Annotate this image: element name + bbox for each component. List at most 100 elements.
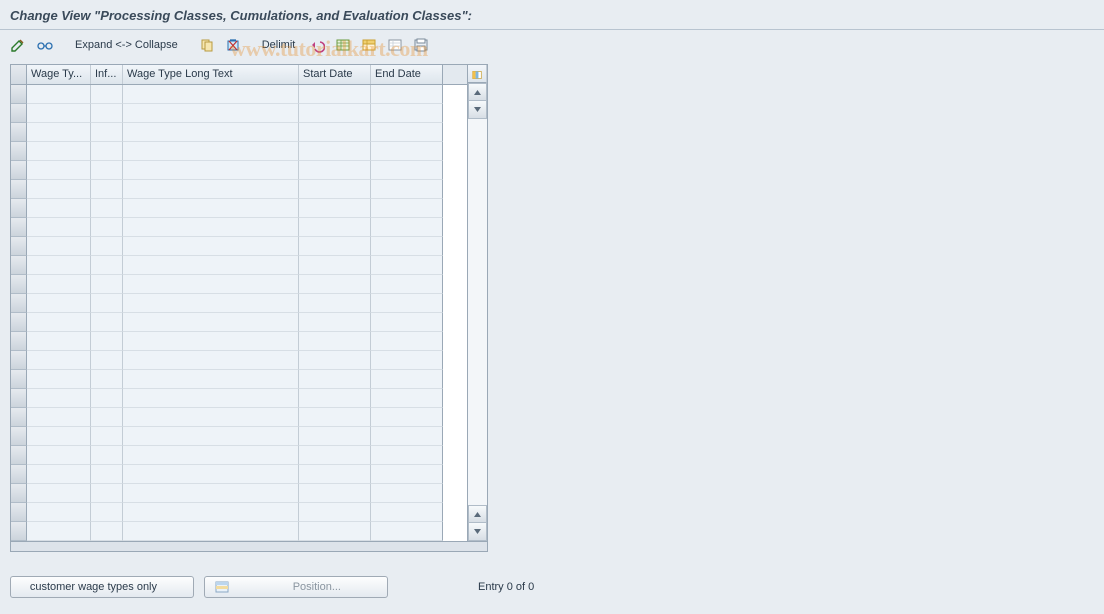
cell-long-text[interactable]: [123, 256, 299, 275]
cell-infotype[interactable]: [91, 237, 123, 256]
cell-infotype[interactable]: [91, 408, 123, 427]
row-selector[interactable]: [11, 370, 27, 389]
cell-start-date[interactable]: [299, 465, 371, 484]
row-selector[interactable]: [11, 313, 27, 332]
cell-end-date[interactable]: [371, 218, 443, 237]
cell-end-date[interactable]: [371, 275, 443, 294]
cell-wage-type[interactable]: [27, 332, 91, 351]
cell-wage-type[interactable]: [27, 446, 91, 465]
cell-start-date[interactable]: [299, 237, 371, 256]
cell-long-text[interactable]: [123, 408, 299, 427]
cell-wage-type[interactable]: [27, 408, 91, 427]
row-selector[interactable]: [11, 218, 27, 237]
table-row[interactable]: [11, 142, 467, 161]
row-selector[interactable]: [11, 408, 27, 427]
col-start-date[interactable]: Start Date: [299, 65, 371, 84]
cell-long-text[interactable]: [123, 484, 299, 503]
cell-infotype[interactable]: [91, 313, 123, 332]
cell-start-date[interactable]: [299, 161, 371, 180]
cell-infotype[interactable]: [91, 218, 123, 237]
col-wage-type-long-text[interactable]: Wage Type Long Text: [123, 65, 299, 84]
undo-icon[interactable]: [307, 35, 327, 55]
row-selector[interactable]: [11, 199, 27, 218]
table-row[interactable]: [11, 484, 467, 503]
cell-wage-type[interactable]: [27, 503, 91, 522]
cell-wage-type[interactable]: [27, 180, 91, 199]
scroll-up-button[interactable]: [468, 83, 487, 101]
scrollbar-track[interactable]: [468, 119, 487, 505]
cell-infotype[interactable]: [91, 484, 123, 503]
row-selector[interactable]: [11, 446, 27, 465]
table-row[interactable]: [11, 256, 467, 275]
cell-start-date[interactable]: [299, 104, 371, 123]
cell-end-date[interactable]: [371, 332, 443, 351]
cell-end-date[interactable]: [371, 370, 443, 389]
row-selector[interactable]: [11, 85, 27, 104]
cell-infotype[interactable]: [91, 503, 123, 522]
cell-infotype[interactable]: [91, 123, 123, 142]
scroll-up-bottom-button[interactable]: [468, 505, 487, 523]
table-row[interactable]: [11, 237, 467, 256]
cell-end-date[interactable]: [371, 408, 443, 427]
row-selector[interactable]: [11, 465, 27, 484]
cell-end-date[interactable]: [371, 484, 443, 503]
cell-end-date[interactable]: [371, 313, 443, 332]
cell-long-text[interactable]: [123, 218, 299, 237]
cell-wage-type[interactable]: [27, 237, 91, 256]
cell-long-text[interactable]: [123, 123, 299, 142]
cell-wage-type[interactable]: [27, 313, 91, 332]
table-row[interactable]: [11, 408, 467, 427]
glasses-icon[interactable]: [34, 35, 56, 55]
cell-long-text[interactable]: [123, 427, 299, 446]
row-selector[interactable]: [11, 484, 27, 503]
cell-start-date[interactable]: [299, 370, 371, 389]
row-selector[interactable]: [11, 427, 27, 446]
cell-long-text[interactable]: [123, 142, 299, 161]
cell-start-date[interactable]: [299, 351, 371, 370]
cell-end-date[interactable]: [371, 389, 443, 408]
cell-wage-type[interactable]: [27, 484, 91, 503]
cell-infotype[interactable]: [91, 522, 123, 541]
cell-wage-type[interactable]: [27, 123, 91, 142]
cell-long-text[interactable]: [123, 237, 299, 256]
table-row[interactable]: [11, 389, 467, 408]
cell-end-date[interactable]: [371, 427, 443, 446]
table-row[interactable]: [11, 123, 467, 142]
select-block-icon[interactable]: [359, 35, 379, 55]
deselect-all-icon[interactable]: [385, 35, 405, 55]
cell-long-text[interactable]: [123, 465, 299, 484]
cell-end-date[interactable]: [371, 522, 443, 541]
cell-infotype[interactable]: [91, 180, 123, 199]
delete-icon[interactable]: [223, 35, 243, 55]
cell-wage-type[interactable]: [27, 427, 91, 446]
cell-start-date[interactable]: [299, 199, 371, 218]
cell-long-text[interactable]: [123, 332, 299, 351]
cell-infotype[interactable]: [91, 294, 123, 313]
cell-start-date[interactable]: [299, 332, 371, 351]
col-wage-type[interactable]: Wage Ty...: [27, 65, 91, 84]
row-selector[interactable]: [11, 123, 27, 142]
select-all-icon[interactable]: [333, 35, 353, 55]
table-row[interactable]: [11, 370, 467, 389]
cell-infotype[interactable]: [91, 85, 123, 104]
table-row[interactable]: [11, 275, 467, 294]
cell-long-text[interactable]: [123, 446, 299, 465]
row-selector[interactable]: [11, 332, 27, 351]
cell-end-date[interactable]: [371, 503, 443, 522]
table-row[interactable]: [11, 104, 467, 123]
cell-infotype[interactable]: [91, 104, 123, 123]
cell-wage-type[interactable]: [27, 275, 91, 294]
table-row[interactable]: [11, 161, 467, 180]
cell-long-text[interactable]: [123, 275, 299, 294]
cell-start-date[interactable]: [299, 408, 371, 427]
cell-wage-type[interactable]: [27, 370, 91, 389]
scroll-down-button[interactable]: [468, 523, 487, 541]
cell-long-text[interactable]: [123, 351, 299, 370]
scroll-down-top-button[interactable]: [468, 101, 487, 119]
table-row[interactable]: [11, 180, 467, 199]
cell-wage-type[interactable]: [27, 142, 91, 161]
cell-wage-type[interactable]: [27, 389, 91, 408]
row-selector[interactable]: [11, 351, 27, 370]
customer-wage-types-button[interactable]: customer wage types only: [10, 576, 194, 598]
cell-wage-type[interactable]: [27, 522, 91, 541]
